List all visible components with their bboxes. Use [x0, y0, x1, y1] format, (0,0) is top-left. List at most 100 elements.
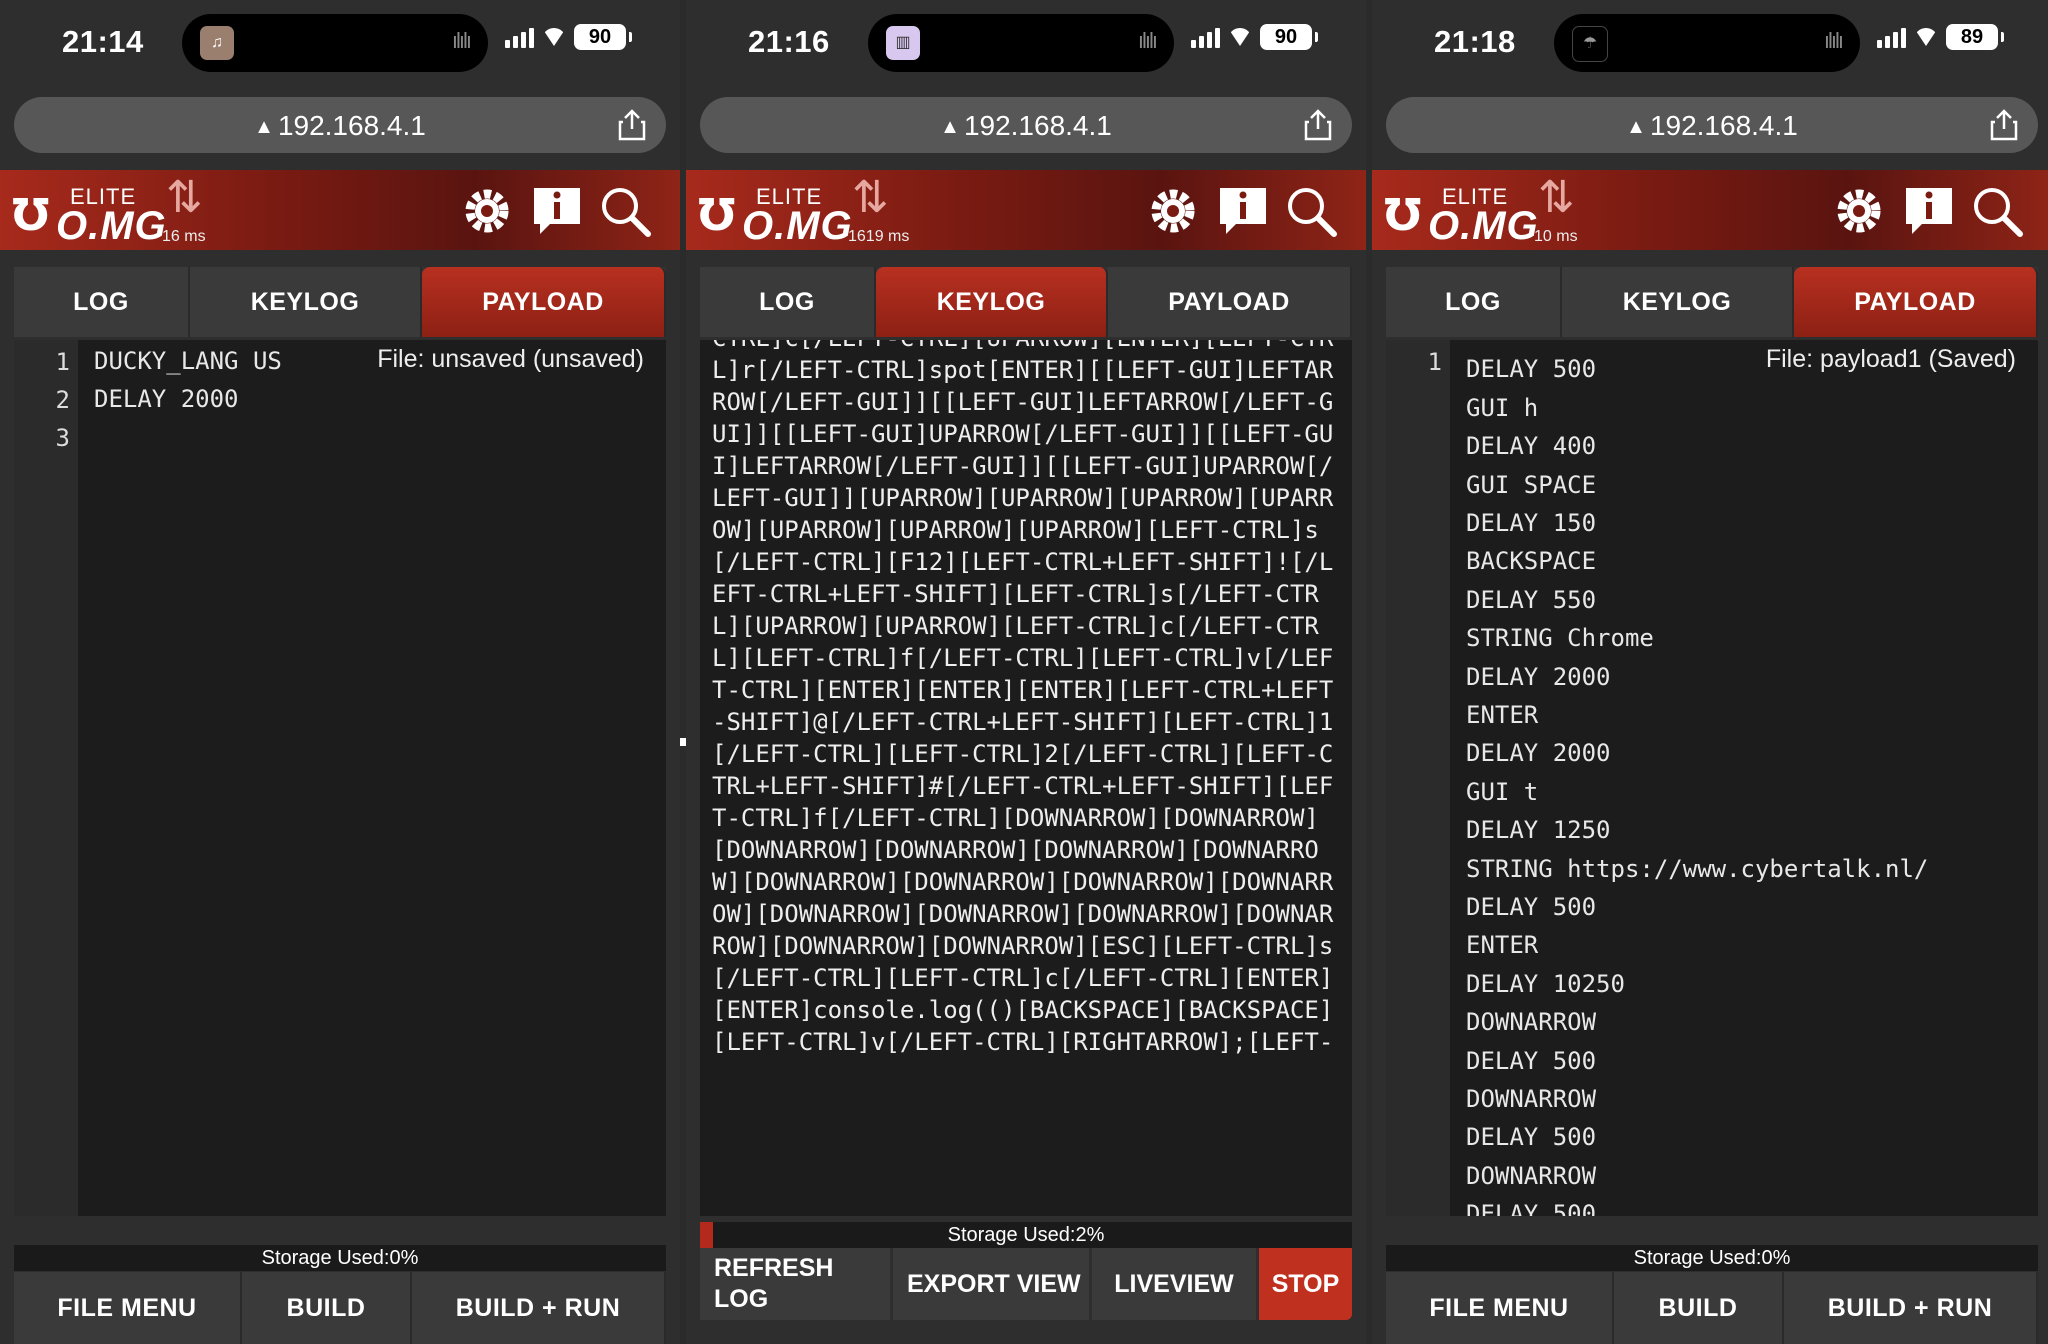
- app-header: Ʊ ELITE O.MG ⇅ 10 ms: [1372, 170, 2048, 250]
- dynamic-island: ☂ ılılı: [1554, 14, 1860, 72]
- share-icon[interactable]: [1304, 109, 1332, 141]
- search-icon[interactable]: [598, 184, 652, 238]
- ping-arrows-icon: ⇅: [852, 172, 889, 223]
- storage-meter: Storage Used:0%: [14, 1245, 666, 1271]
- file-status-label: File: payload1 (Saved): [1765, 345, 2016, 373]
- logo-mg-text: O.MG: [1428, 204, 1539, 248]
- file-status-label: File: unsaved (unsaved): [377, 345, 644, 373]
- tab-log[interactable]: LOG: [1386, 267, 1562, 337]
- ping-indicator: ⇅ 16 ms: [160, 176, 230, 246]
- info-icon[interactable]: [530, 184, 584, 238]
- dynamic-island: ▥ ılılı: [868, 14, 1174, 72]
- signal-icon: [505, 26, 534, 48]
- code-line: DOWNARROW: [1466, 1161, 1597, 1190]
- share-icon[interactable]: [1990, 109, 2018, 141]
- line-number: 3: [55, 424, 70, 452]
- battery-icon: 90: [1260, 24, 1318, 50]
- warning-icon: ▲: [1626, 116, 1646, 138]
- tab-bar: LOG KEYLOG PAYLOAD: [1386, 267, 2038, 337]
- build-button[interactable]: BUILD: [1614, 1272, 1784, 1344]
- url-display: ▲ 192.168.4.1: [1386, 110, 2038, 142]
- tab-keylog[interactable]: KEYLOG: [190, 267, 422, 337]
- stop-button[interactable]: STOP: [1259, 1248, 1352, 1320]
- elite-omg-logo: Ʊ ELITE O.MG: [12, 178, 166, 248]
- gear-icon[interactable]: [460, 184, 514, 238]
- wifi-icon: [1228, 28, 1252, 46]
- tab-payload[interactable]: PAYLOAD: [1108, 267, 1352, 337]
- export-view-button[interactable]: EXPORT VIEW: [893, 1248, 1089, 1320]
- info-icon[interactable]: [1216, 184, 1270, 238]
- code-line: DELAY 400: [1466, 432, 1597, 461]
- build-run-button[interactable]: BUILD + RUN: [412, 1272, 666, 1344]
- status-time: 21:14: [62, 24, 144, 59]
- battery-icon: 89: [1946, 24, 2004, 50]
- file-menu-button[interactable]: FILE MENU: [14, 1272, 242, 1344]
- tab-log[interactable]: LOG: [700, 267, 876, 337]
- tab-keylog[interactable]: KEYLOG: [1562, 267, 1794, 337]
- code-line: BACKSPACE: [1466, 547, 1597, 576]
- build-button[interactable]: BUILD: [242, 1272, 412, 1344]
- code-line: GUI SPACE: [1466, 470, 1597, 499]
- code-line: DELAY 10250: [1466, 969, 1625, 998]
- album-art-icon: ♫: [200, 26, 234, 60]
- tab-log[interactable]: LOG: [14, 267, 190, 337]
- storage-meter: Storage Used:0%: [1386, 1245, 2038, 1271]
- address-bar[interactable]: ▲ 192.168.4.1: [1386, 97, 2038, 153]
- phone-screen-2: 21:16 ▥ ılılı 90 ▲ 192.168.4.1 Ʊ ELITE O.…: [686, 0, 1366, 1344]
- status-time: 21:16: [748, 24, 830, 59]
- horns-logo-icon: Ʊ: [698, 190, 736, 241]
- code-line: STRING https://www.cybertalk.nl/: [1466, 854, 1929, 883]
- search-icon[interactable]: [1284, 184, 1338, 238]
- elite-omg-logo: Ʊ ELITE O.MG: [1384, 178, 1538, 248]
- line-number: 1: [55, 348, 70, 376]
- build-run-button[interactable]: BUILD + RUN: [1784, 1272, 2038, 1344]
- gear-icon[interactable]: [1146, 184, 1200, 238]
- ping-ms: 16 ms: [162, 228, 206, 245]
- code-line: DELAY 1250: [1466, 816, 1611, 845]
- tab-bar: LOG KEYLOG PAYLOAD: [14, 267, 666, 337]
- tab-payload[interactable]: PAYLOAD: [1794, 267, 2038, 337]
- payload-editor[interactable]: 1 STRING 5 DELAY 500 GUI h DELAY 400 GUI SPA…: [1386, 340, 2038, 1216]
- tab-keylog[interactable]: KEYLOG: [876, 267, 1108, 337]
- url-text: 192.168.4.1: [277, 110, 426, 141]
- bottom-toolbar: FILE MENU BUILD BUILD + RUN: [1386, 1272, 2038, 1344]
- storage-label: Storage Used:0%: [1633, 1247, 1791, 1269]
- code-line: ENTER: [1466, 931, 1539, 960]
- code-line: GUI h: [1466, 393, 1539, 422]
- file-menu-button[interactable]: FILE MENU: [1386, 1272, 1614, 1344]
- search-icon[interactable]: [1970, 184, 2024, 238]
- status-bar: 21:18 ☂ ılılı 89: [1372, 0, 2048, 86]
- url-text: 192.168.4.1: [963, 110, 1112, 141]
- keylog-output[interactable]: CTRL]c[/LEFT-CTRL][UPARROW][ENTER][LEFT-…: [700, 340, 1352, 1216]
- code-line: DELAY 2000: [94, 385, 239, 413]
- ping-indicator: ⇅ 1619 ms: [846, 176, 916, 246]
- elite-omg-logo: Ʊ ELITE O.MG: [698, 178, 852, 248]
- code-line: DUCKY_LANG US: [94, 347, 282, 375]
- status-icons: 90: [1191, 24, 1318, 50]
- share-icon[interactable]: [618, 109, 646, 141]
- refresh-log-button[interactable]: REFRESH LOG: [700, 1248, 890, 1320]
- address-bar[interactable]: ▲ 192.168.4.1: [14, 97, 666, 153]
- logo-mg-text: O.MG: [742, 204, 853, 248]
- signal-icon: [1191, 26, 1220, 48]
- code-line: DELAY 150: [1466, 509, 1597, 537]
- horns-logo-icon: Ʊ: [12, 190, 50, 241]
- payload-editor[interactable]: 1 2 3 DUCKY_LANG US DELAY 2000 File: uns…: [14, 340, 666, 1216]
- tab-payload[interactable]: PAYLOAD: [422, 267, 666, 337]
- ping-ms: 10 ms: [1534, 228, 1578, 245]
- info-icon[interactable]: [1902, 184, 1956, 238]
- code-line: STRING Chrome: [1466, 624, 1654, 653]
- horns-logo-icon: Ʊ: [1384, 190, 1422, 241]
- gear-icon[interactable]: [1832, 184, 1886, 238]
- status-time: 21:18: [1434, 24, 1516, 59]
- signal-icon: [1877, 26, 1906, 48]
- warning-icon: ▲: [940, 116, 960, 138]
- status-icons: 90: [505, 24, 632, 50]
- storage-fill: [700, 1222, 714, 1248]
- liveview-button[interactable]: LIVEVIEW: [1092, 1248, 1256, 1320]
- tab-bar: LOG KEYLOG PAYLOAD: [700, 267, 1352, 337]
- logo-mg-text: O.MG: [56, 204, 167, 248]
- code-line: DOWNARROW: [1466, 1085, 1597, 1113]
- address-bar[interactable]: ▲ 192.168.4.1: [700, 97, 1352, 153]
- code-line: DELAY 2000: [1466, 739, 1611, 768]
